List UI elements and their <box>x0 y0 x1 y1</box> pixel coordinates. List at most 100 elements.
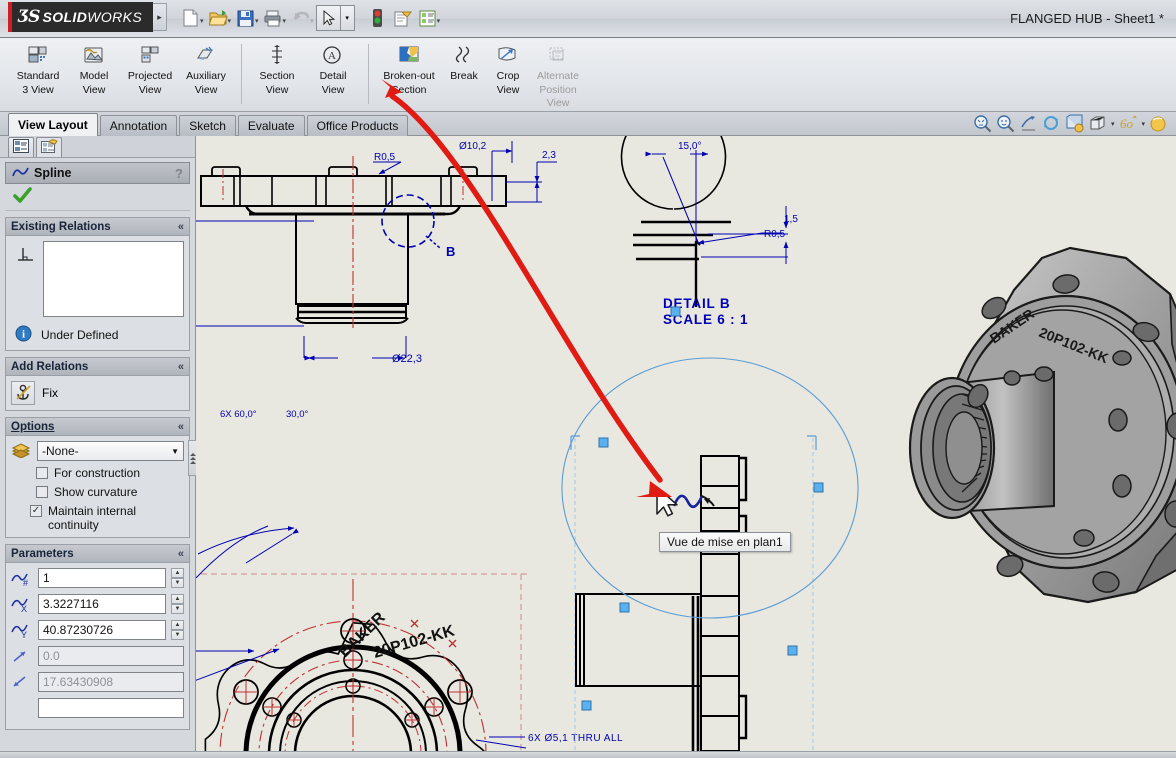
layer-select-value: -None- <box>42 444 79 458</box>
dimension-6x-5-1-thru-all: 6X Ø5,1 THRU ALL <box>528 733 623 744</box>
ribbon-toolbar: Standard 3 View Model View Projected Vie… <box>0 38 1176 112</box>
blank-icon <box>11 698 33 718</box>
printer-icon[interactable] <box>261 5 286 31</box>
new-doc-icon[interactable] <box>178 5 203 31</box>
spline-x-coordinate-icon: X <box>11 594 33 614</box>
open-folder-icon[interactable] <box>206 5 231 31</box>
isometric-hub-model[interactable]: BAKER 20P102-KK <box>910 248 1176 602</box>
options-header[interactable]: Options « <box>6 418 189 436</box>
tab-sketch[interactable]: Sketch <box>179 115 236 136</box>
zoom-to-fit-icon[interactable] <box>973 114 992 133</box>
tangent-magnitude-value: 0.0 <box>43 649 60 663</box>
property-manager-tab[interactable] <box>36 137 62 157</box>
alternate-position-view-icon <box>545 45 571 69</box>
hide-show-items-icon[interactable]: 6o <box>1118 114 1137 133</box>
title-bar: ƷS SOLIDWORKS ▸ ▾ ▾ ▾ ▾ ▾ <box>0 0 1176 38</box>
solidworks-logo[interactable]: ƷS SOLIDWORKS <box>8 2 153 32</box>
existing-relations-list[interactable] <box>43 241 184 317</box>
hide-show-items-caret[interactable]: ▾ <box>1141 120 1145 128</box>
gear-document-icon[interactable] <box>390 5 415 31</box>
add-relations-header[interactable]: Add Relations « <box>6 358 189 376</box>
spline-point-number-stepper[interactable]: ▲▼ <box>171 568 184 588</box>
for-construction-checkbox-row[interactable]: For construction <box>11 466 184 480</box>
green-check-icon[interactable] <box>13 187 33 208</box>
maintain-internal-continuity-checkbox[interactable]: ✓ <box>30 505 42 517</box>
tab-office-products[interactable]: Office Products <box>307 115 409 136</box>
existing-relations-header[interactable]: Existing Relations « <box>6 218 189 236</box>
for-construction-checkbox[interactable] <box>36 467 48 479</box>
spline-x-coordinate-input[interactable]: 3.3227116 <box>38 594 166 614</box>
spline-x-coordinate-value: 3.3227116 <box>43 597 99 611</box>
section-view-button[interactable]: Section View <box>249 42 305 96</box>
svg-text:i: i <box>22 329 25 341</box>
spline-y-coordinate-icon: Y <box>11 620 33 640</box>
standard-3-view-button[interactable]: Standard 3 View <box>10 42 66 96</box>
display-style-icon[interactable] <box>1088 114 1107 133</box>
undo-arrow-icon[interactable] <box>288 5 313 31</box>
spline-icon <box>12 167 29 179</box>
menu-expand-arrow[interactable]: ▸ <box>153 3 167 31</box>
section-view-icon <box>264 45 290 69</box>
cursor-arrow-icon[interactable] <box>316 5 341 31</box>
spline-y-coordinate-stepper[interactable]: ▲▼ <box>171 620 184 640</box>
command-manager-tabs: View Layout Annotation Sketch Evaluate O… <box>0 112 1176 136</box>
existing-relations-title: Existing Relations <box>11 221 111 233</box>
detail-b-view[interactable]: 15,0° 1,5 R0,5 DETAIL B SCALE 6 : 1 <box>622 136 799 327</box>
display-style-caret[interactable]: ▾ <box>1111 120 1115 128</box>
chevron-up-icon[interactable]: « <box>178 361 184 373</box>
chevron-down-icon[interactable]: ▼ <box>171 447 179 456</box>
spline-point-number-input[interactable]: 1 <box>38 568 166 588</box>
tab-view-layout[interactable]: View Layout <box>8 113 98 136</box>
select-tool-caret[interactable]: ▾ <box>341 5 355 31</box>
front-section-view[interactable]: B Ø22,3 R0,5 <box>196 141 557 365</box>
save-disk-icon[interactable] <box>233 5 258 31</box>
break-icon <box>451 45 477 69</box>
rotate-view-icon[interactable] <box>1042 114 1061 133</box>
projected-view-button[interactable]: Projected View <box>122 42 178 96</box>
flange-face-view[interactable]: BAKER 20P102-KK 6X 60,0° 30 <box>196 409 623 751</box>
appearance-sphere-icon[interactable] <box>1149 114 1168 133</box>
broken-out-section-view[interactable] <box>562 307 858 751</box>
parameter-row-tangent-magnitude: 0.0 <box>11 646 184 666</box>
status-bar <box>0 751 1176 758</box>
detail-view-button[interactable]: A Detail View <box>305 42 361 96</box>
spline-point-number-icon: # <box>11 568 33 588</box>
alternate-position-view-button[interactable]: Alternate Position View <box>530 42 586 110</box>
drawing-sheet: B Ø22,3 R0,5 <box>196 136 1176 751</box>
feature-manager-tree-tab[interactable] <box>8 137 34 157</box>
chevron-up-icon[interactable]: « <box>178 421 184 433</box>
view-orientation-icon[interactable] <box>1065 114 1084 133</box>
tab-evaluate[interactable]: Evaluate <box>238 115 305 136</box>
traffic-light-icon[interactable] <box>365 5 390 31</box>
maintain-internal-continuity-checkbox-row[interactable]: ✓ Maintain internal continuity <box>11 504 184 532</box>
show-curvature-checkbox[interactable] <box>36 486 48 498</box>
auxiliary-view-button[interactable]: Auxiliary View <box>178 42 234 96</box>
list-properties-icon[interactable] <box>415 5 440 31</box>
broken-out-section-button[interactable]: Broken-out Section <box>376 42 442 96</box>
dimension-diam-10-2: Ø10,2 <box>459 141 487 152</box>
model-view-button[interactable]: Model View <box>66 42 122 96</box>
broken-out-section-icon <box>396 45 422 69</box>
spline-x-coordinate-stepper[interactable]: ▲▼ <box>171 594 184 614</box>
chevron-up-icon[interactable]: « <box>178 221 184 233</box>
projected-view-icon <box>137 45 163 69</box>
fix-relation-button[interactable] <box>11 381 35 405</box>
spline-y-coordinate-input[interactable]: 40.87230726 <box>38 620 166 640</box>
show-curvature-checkbox-row[interactable]: Show curvature <box>11 485 184 499</box>
auxiliary-view-icon <box>193 45 219 69</box>
tangent-magnitude-input: 0.0 <box>38 646 184 666</box>
property-icon <box>41 139 58 156</box>
crop-view-button[interactable]: Crop View <box>486 42 530 96</box>
drawing-canvas[interactable]: B Ø22,3 R0,5 <box>196 136 1176 751</box>
tab-annotation[interactable]: Annotation <box>100 115 177 136</box>
section-view-toggle-icon[interactable] <box>1019 114 1038 133</box>
zoom-to-area-icon[interactable] <box>996 114 1015 133</box>
detail-view-label: Detail <box>320 71 347 83</box>
standard-3-view-label2: 3 View <box>22 85 53 97</box>
help-button[interactable]: ? <box>175 166 183 181</box>
parameters-header[interactable]: Parameters « <box>6 545 189 563</box>
extra-parameter-input[interactable] <box>38 698 184 718</box>
layer-select[interactable]: -None- ▼ <box>37 441 184 461</box>
chevron-up-icon[interactable]: « <box>178 548 184 560</box>
break-button[interactable]: Break <box>442 42 486 83</box>
